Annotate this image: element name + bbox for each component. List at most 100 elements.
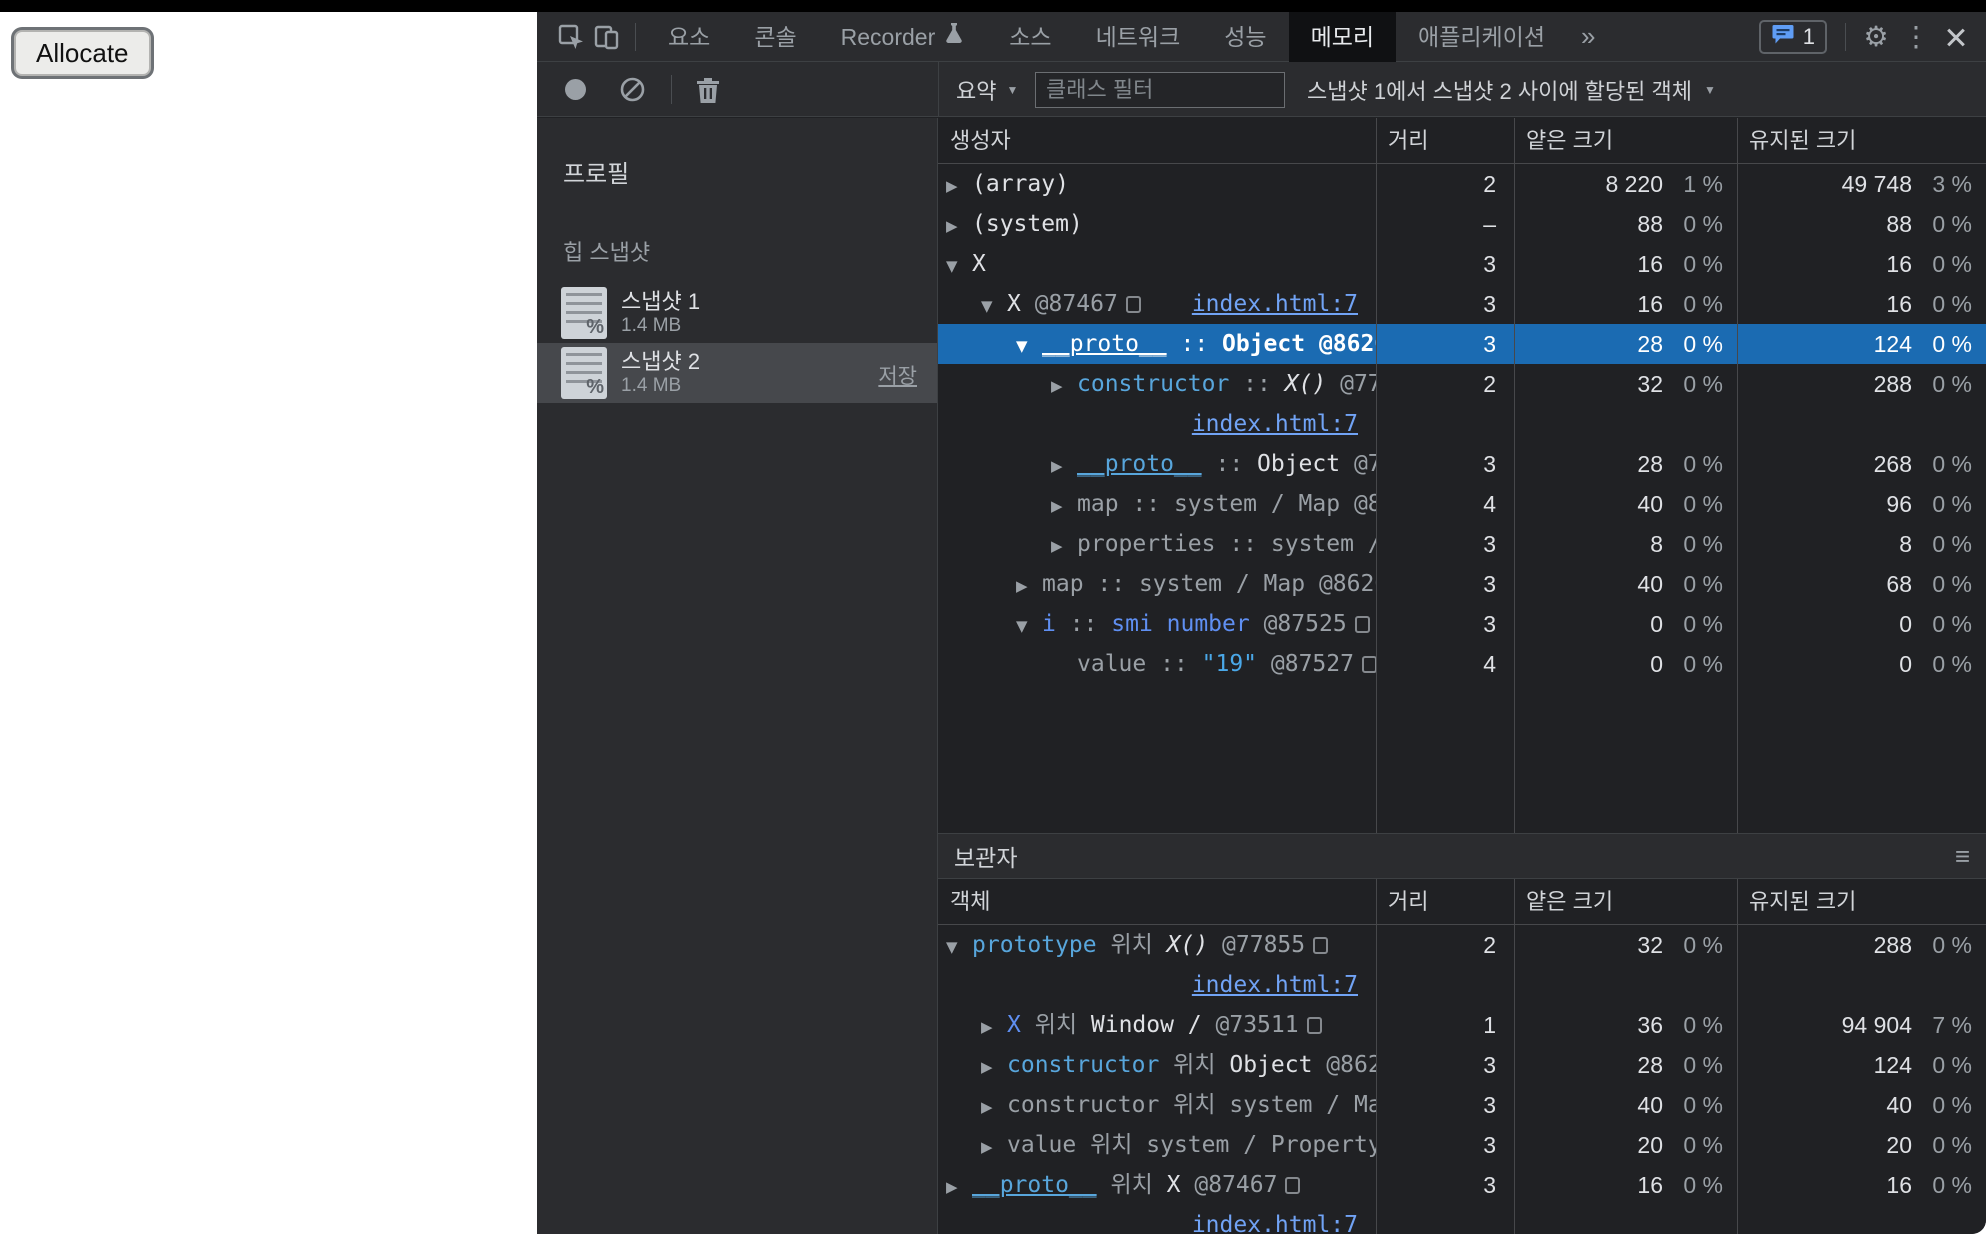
expand-arrow-icon[interactable]: ▶ — [1051, 526, 1077, 564]
heap-view: 생성자 거리 얕은 크기 유지된 크기 ▶ (array) 2 8 220 1 % … — [938, 118, 1986, 1234]
expand-arrow-icon[interactable]: ▶ — [1016, 566, 1042, 604]
save-snapshot-link[interactable]: 저장 — [878, 360, 917, 390]
allocate-button[interactable]: Allocate — [14, 30, 151, 76]
source-link[interactable]: index.html:7 — [1192, 284, 1358, 324]
settings-gear-icon[interactable]: ⚙ — [1856, 12, 1896, 62]
expand-arrow-icon[interactable]: ▶ — [981, 1047, 1007, 1085]
source-link[interactable]: index.html:7 — [1192, 965, 1358, 1005]
column-header-constructor[interactable]: 생성자 — [938, 118, 1376, 163]
reveal-icon[interactable] — [1354, 616, 1370, 633]
column-header-distance[interactable]: 거리 — [1376, 118, 1514, 163]
issue-bubble-icon — [1771, 22, 1795, 51]
snapshot-range-select[interactable]: 스냅샷 1에서 스냅샷 2 사이에 할당된 객체 ▼ — [1307, 62, 1716, 117]
source-link[interactable]: index.html:7 — [1192, 1205, 1358, 1234]
perspective-select[interactable]: 요약 ▼ — [956, 62, 1018, 117]
collapse-arrow-icon[interactable]: ▼ — [1016, 606, 1042, 644]
expand-arrow-icon[interactable]: ▶ — [946, 1167, 972, 1207]
table-row[interactable]: ▼ prototype 위치 X() @77855 index.html:7 2 … — [938, 925, 1986, 1005]
device-toolbar-icon[interactable] — [589, 12, 625, 62]
rendered-page: Allocate — [0, 12, 537, 1234]
record-icon[interactable] — [565, 79, 586, 100]
column-header-shallow-size[interactable]: 얕은 크기 — [1514, 879, 1737, 924]
table-row[interactable]: ▶constructor 위치 system / Map @ 3 400 % 4… — [938, 1085, 1986, 1125]
table-row[interactable]: ▼ X @87467 index.html:7 3 16 0 % 16 0 % — [938, 284, 1986, 324]
constructors-header: 생성자 거리 얕은 크기 유지된 크기 — [938, 118, 1986, 164]
snapshot-item-2[interactable]: % 스냅샷 2 1.4 MB 저장 — [537, 343, 937, 403]
toolbar-divider — [1845, 22, 1846, 51]
tab-network[interactable]: 네트워크 — [1074, 12, 1203, 62]
table-row[interactable]: ▶ (system) – 88 0 % 88 0 % — [938, 204, 1986, 244]
collapse-arrow-icon[interactable]: ▼ — [946, 927, 972, 967]
column-header-retained-size[interactable]: 유지된 크기 — [1737, 879, 1986, 924]
more-tabs-icon[interactable]: » — [1567, 21, 1609, 52]
tab-recorder[interactable]: Recorder — [819, 12, 988, 62]
retainers-menu-icon[interactable]: ≡ — [1955, 841, 1970, 872]
chevron-down-icon: ▼ — [1704, 82, 1716, 97]
collapse-arrow-icon[interactable]: ▼ — [946, 246, 972, 284]
tab-application[interactable]: 애플리케이션 — [1396, 12, 1567, 62]
chevron-down-icon: ▼ — [1006, 82, 1019, 97]
table-row[interactable]: value :: "19" @87527 4 00 % 00 % — [938, 644, 1986, 684]
reveal-icon[interactable] — [1313, 937, 1329, 954]
heap-snapshots-section-title: 힙 스냅샷 — [563, 240, 651, 265]
reveal-icon[interactable] — [1285, 1177, 1301, 1194]
snapshot-icon: % — [561, 287, 607, 339]
snapshot-size: 1.4 MB — [621, 315, 682, 336]
table-row[interactable]: ▶ X 위치 Window / @73511 1 36 0 % 94 904 7 % — [938, 1005, 1986, 1045]
table-row[interactable]: ▶value 위치 system / PropertyCe 3 200 % 20… — [938, 1125, 1986, 1165]
expand-arrow-icon[interactable]: ▶ — [946, 206, 972, 244]
table-row[interactable]: ▶ __proto__ 위치 X @87467 index.html:7 3 16… — [938, 1165, 1986, 1234]
table-row[interactable]: ▶__proto__ :: Object @7398 3 280 % 2680 … — [938, 444, 1986, 484]
table-row[interactable]: ▶constructor 위치 Object @86207 3 280 % 12… — [938, 1045, 1986, 1085]
collapse-arrow-icon[interactable]: ▼ — [1016, 326, 1042, 364]
kebab-menu-icon[interactable]: ⋮ — [1896, 12, 1936, 62]
expand-arrow-icon[interactable]: ▶ — [981, 1087, 1007, 1125]
tab-memory[interactable]: 메모리 — [1288, 12, 1397, 62]
profiles-title: 프로필 — [563, 161, 630, 188]
table-row[interactable]: ▶properties :: system / Pr 3 80 % 80 % — [938, 524, 1986, 564]
expand-arrow-icon[interactable]: ▶ — [981, 1007, 1007, 1045]
class-filter-input[interactable] — [1035, 72, 1285, 108]
table-row[interactable]: ▼ i :: smi number @87525 3 00 % 00 % — [938, 604, 1986, 644]
table-row[interactable]: ▼ X 3 16 0 % 16 0 % — [938, 244, 1986, 284]
column-header-shallow-size[interactable]: 얕은 크기 — [1514, 118, 1737, 163]
clear-profiles-icon[interactable] — [619, 76, 646, 108]
table-row[interactable]: ▶constructor :: X() @77855 index.html:7 … — [938, 364, 1986, 444]
tab-sources[interactable]: 소스 — [987, 12, 1073, 62]
snapshot-item-1[interactable]: % 스냅샷 1 1.4 MB — [537, 283, 937, 343]
snapshot-name: 스냅샷 1 — [621, 289, 701, 314]
reveal-icon[interactable] — [1306, 1017, 1322, 1034]
trash-icon[interactable] — [695, 76, 721, 109]
reveal-icon[interactable] — [1361, 656, 1376, 673]
panel-divider — [938, 62, 939, 116]
table-row-selected[interactable]: ▼__proto__ :: Object @86207 3 280 % 1240… — [938, 324, 1986, 364]
column-header-distance[interactable]: 거리 — [1376, 879, 1514, 924]
toolbar-divider — [671, 75, 672, 104]
expand-arrow-icon[interactable]: ▶ — [946, 166, 972, 204]
tab-console[interactable]: 콘솔 — [732, 12, 818, 62]
close-icon[interactable] — [1936, 12, 1976, 62]
inspect-element-icon[interactable] — [553, 12, 589, 62]
reveal-icon[interactable] — [1125, 296, 1141, 313]
source-link[interactable]: index.html:7 — [1192, 404, 1358, 444]
memory-toolbar: 요약 ▼ 스냅샷 1에서 스냅샷 2 사이에 할당된 객체 ▼ — [537, 62, 1986, 117]
expand-arrow-icon[interactable]: ▶ — [981, 1127, 1007, 1165]
expand-arrow-icon[interactable]: ▶ — [1051, 446, 1077, 484]
table-row[interactable]: ▶map :: system / Map @86209 3 400 % 680 … — [938, 564, 1986, 604]
collapse-arrow-icon[interactable]: ▼ — [981, 286, 1007, 324]
retainers-header: 객체 거리 얕은 크기 유지된 크기 — [938, 879, 1986, 925]
expand-arrow-icon[interactable]: ▶ — [1051, 366, 1077, 406]
snapshot-icon: % — [561, 347, 607, 399]
tab-performance[interactable]: 성능 — [1202, 12, 1288, 62]
devtools-tabbar: 요소 콘솔 Recorder 소스 네트워크 성능 메모리 애플리케이션 » 1… — [537, 12, 1986, 62]
issues-badge[interactable]: 1 — [1758, 19, 1827, 54]
devtools-panel: 요소 콘솔 Recorder 소스 네트워크 성능 메모리 애플리케이션 » 1… — [537, 12, 1986, 1234]
table-row[interactable]: ▶ (array) 2 8 220 1 % 49 748 3 % — [938, 164, 1986, 204]
constructors-grid: 생성자 거리 얕은 크기 유지된 크기 ▶ (array) 2 8 220 1 % … — [938, 118, 1986, 833]
column-header-object[interactable]: 객체 — [938, 879, 1376, 924]
table-row[interactable]: ▶map :: system / Map @8597 4 400 % 960 % — [938, 484, 1986, 524]
issues-count: 1 — [1802, 23, 1815, 49]
column-header-retained-size[interactable]: 유지된 크기 — [1737, 118, 1986, 163]
tab-elements[interactable]: 요소 — [646, 12, 732, 62]
expand-arrow-icon[interactable]: ▶ — [1051, 486, 1077, 524]
